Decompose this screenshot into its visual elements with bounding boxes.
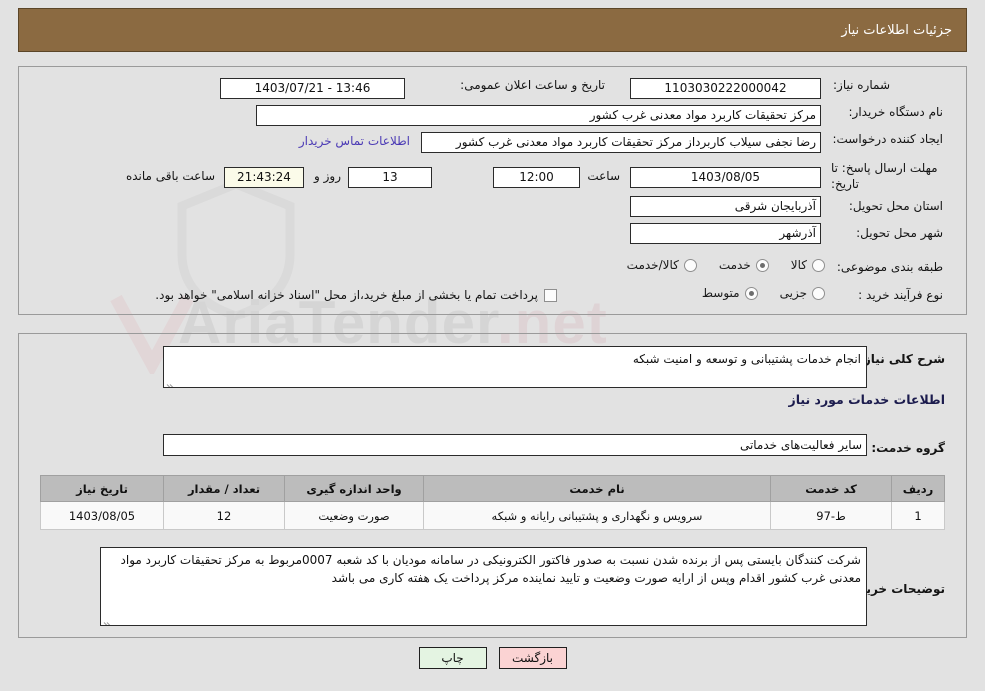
- cell-name: سرویس و نگهداری و پشتیبانی رایانه و شبکه: [423, 501, 771, 530]
- buyer-contact-link[interactable]: اطلاعات تماس خریدار: [299, 134, 410, 148]
- category-label: طبقه بندی موضوعی:: [836, 260, 943, 274]
- need-number-field: 1103030222000042: [630, 78, 821, 99]
- public-announce-field: 13:46 - 1403/07/21: [220, 78, 405, 99]
- th-date: تاریخ نیاز: [40, 475, 164, 502]
- radio-kala-khedmat-icon[interactable]: [683, 258, 697, 272]
- process-option-jozii-label: جزیی: [779, 286, 807, 300]
- services-section-heading: اطلاعات خدمات مورد نیاز: [788, 392, 946, 407]
- cell-index: 1: [891, 501, 945, 530]
- creator-field: رضا نجفی سیلاب کاربرداز مرکز تحقیقات کار…: [421, 132, 821, 153]
- services-table-wrap: ردیف کد خدمت نام خدمت واحد اندازه گیری ت…: [40, 475, 945, 530]
- page-title: جزئیات اطلاعات نیاز: [841, 22, 952, 38]
- category-option-kala-label: کالا: [790, 258, 807, 272]
- process-radio-group: جزیی متوسط: [680, 286, 825, 300]
- th-quantity: تعداد / مقدار: [163, 475, 285, 502]
- days-unit-label: روز و: [314, 169, 341, 183]
- cell-quantity: 12: [163, 501, 285, 530]
- days-remaining-field: 13: [348, 167, 432, 188]
- buyer-notes-value: شرکت کنندگان بایستی پس از برنده شدن نسبت…: [120, 553, 861, 585]
- table-header-row: ردیف کد خدمت نام خدمت واحد اندازه گیری ت…: [40, 475, 945, 502]
- main-info-panel: [18, 66, 967, 315]
- countdown-suffix-label: ساعت باقی مانده: [125, 169, 215, 183]
- print-button[interactable]: چاپ: [418, 647, 487, 669]
- need-summary-value: انجام خدمات پشتیبانی و توسعه و امنیت شبک…: [632, 352, 861, 366]
- resize-grip-icon[interactable]: [166, 376, 176, 387]
- buyer-org-label: نام دستگاه خریدار:: [848, 105, 944, 119]
- deadline-label: مهلت ارسال پاسخ: تا تاریخ:: [831, 161, 938, 191]
- th-name: نام خدمت: [423, 475, 771, 502]
- th-unit: واحد اندازه گیری: [284, 475, 424, 502]
- radio-jozii-icon[interactable]: [812, 286, 825, 300]
- service-group-label: گروه خدمت:: [871, 441, 945, 455]
- table-row: 1 ط-97 سرویس و نگهداری و پشتیبانی رایانه…: [40, 501, 945, 530]
- cell-code: ط-97: [770, 501, 892, 530]
- countdown-field: 21:43:24: [224, 167, 304, 188]
- province-field: آذربایجان شرقی: [630, 196, 821, 217]
- cell-date: 1403/08/05: [40, 501, 164, 530]
- th-code: کد خدمت: [770, 475, 892, 502]
- treasury-checkbox-row[interactable]: پرداخت تمام یا بخشی از مبلغ خرید،از محل …: [155, 288, 557, 303]
- buyer-notes-textarea[interactable]: شرکت کنندگان بایستی پس از برنده شدن نسبت…: [100, 547, 867, 626]
- deadline-date-field: 1403/08/05: [630, 167, 821, 188]
- services-table: ردیف کد خدمت نام خدمت واحد اندازه گیری ت…: [40, 475, 945, 530]
- process-option-motevaset-label: متوسط: [701, 286, 740, 300]
- hour-field: 12:00: [493, 167, 580, 188]
- radio-khedmat-icon[interactable]: [755, 258, 769, 272]
- radio-kala-icon[interactable]: [812, 258, 825, 272]
- resize-grip-icon-notes[interactable]: [103, 614, 113, 625]
- need-summary-textarea[interactable]: انجام خدمات پشتیبانی و توسعه و امنیت شبک…: [163, 346, 867, 388]
- buyer-org-row: نام دستگاه خریدار:: [849, 105, 944, 120]
- need-number-label: شماره نیاز:: [833, 78, 890, 92]
- service-group-field: سایر فعالیت‌های خدماتی: [163, 434, 867, 456]
- treasury-checkbox-label: پرداخت تمام یا بخشی از مبلغ خرید،از محل …: [155, 288, 538, 302]
- treasury-checkbox-icon[interactable]: [544, 289, 557, 302]
- process-option-motevaset[interactable]: متوسط: [702, 286, 758, 300]
- creator-row: ایجاد کننده درخواست:: [832, 132, 943, 147]
- need-summary-label: شرح کلی نیاز:: [859, 352, 945, 366]
- category-option-khedmat-label: خدمت: [718, 258, 751, 272]
- process-label: نوع فرآیند خرید :: [858, 288, 943, 302]
- public-announce-row: تاریخ و ساعت اعلان عمومی:: [460, 78, 605, 93]
- th-index: ردیف: [891, 475, 945, 502]
- creator-label: ایجاد کننده درخواست:: [832, 132, 943, 146]
- province-label: استان محل تحویل:: [848, 199, 943, 213]
- city-label: شهر محل تحویل:: [856, 226, 943, 240]
- back-button[interactable]: بازگشت: [498, 647, 567, 669]
- buyer-org-field: مرکز تحقیقات کاربرد مواد معدنی غرب کشور: [256, 105, 821, 126]
- public-announce-label: تاریخ و ساعت اعلان عمومی:: [460, 78, 605, 92]
- radio-motevaset-icon[interactable]: [744, 286, 758, 300]
- footer-button-bar: بازگشت چاپ: [0, 647, 985, 669]
- category-option-kala-khedmat[interactable]: کالا/خدمت: [627, 258, 697, 272]
- category-option-kala-khedmat-label: کالا/خدمت: [626, 258, 679, 272]
- city-field: آذرشهر: [630, 223, 821, 244]
- category-option-khedmat[interactable]: خدمت: [719, 258, 769, 272]
- page-title-bar: جزئیات اطلاعات نیاز: [18, 8, 967, 52]
- process-option-jozii[interactable]: جزیی: [780, 286, 825, 300]
- cell-unit: صورت وضعیت: [284, 501, 424, 530]
- need-details-page: AriaTender.net جزئیات اطلاعات نیاز شماره…: [0, 0, 985, 691]
- category-option-kala[interactable]: کالا: [791, 258, 825, 272]
- need-number-row: شماره نیاز:: [833, 78, 943, 93]
- hour-label: ساعت: [587, 169, 620, 183]
- category-radio-group: کالا خدمت کالا/خدمت: [605, 258, 825, 272]
